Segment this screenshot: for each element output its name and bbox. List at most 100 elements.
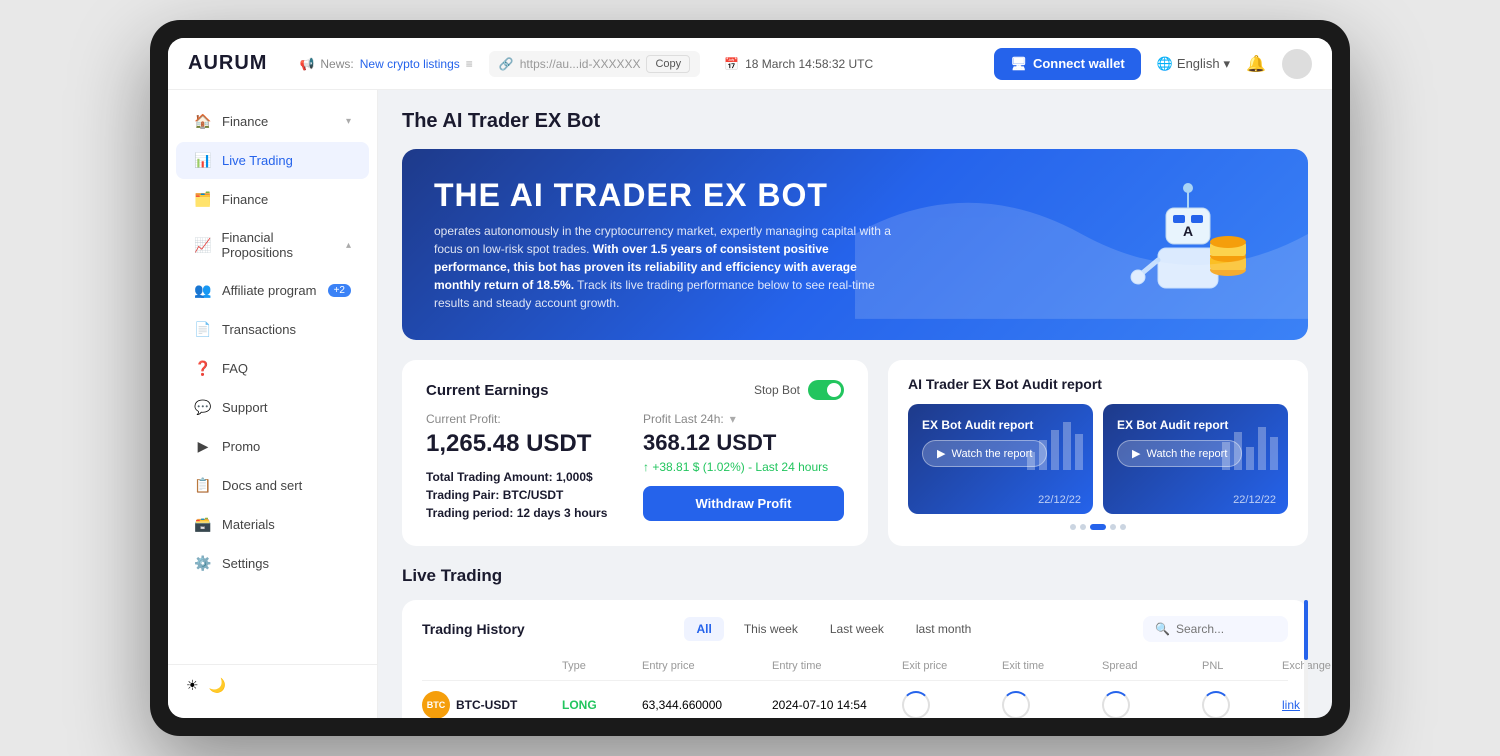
exit-time-1 [1002,691,1102,718]
total-trading-value: 1,000$ [556,470,593,484]
home-icon: 🏠 [194,113,212,130]
sidebar-item-promo[interactable]: ▶ Promo [176,428,369,465]
trade-table: Type Entry price Entry time Exit price E… [422,656,1288,718]
col-spread: Spread [1102,660,1202,672]
audit-card: AI Trader EX Bot Audit report EX Bot Aud… [888,360,1308,546]
dot-3[interactable] [1090,524,1106,530]
total-trading-label: Total Trading Amount: [426,470,553,484]
avatar[interactable] [1282,49,1312,79]
stop-bot-toggle[interactable] [808,380,844,400]
lang-chevron-icon: ▾ [1224,56,1231,72]
col-exit-price: Exit price [902,660,1002,672]
sidebar-label-settings: Settings [222,556,269,571]
clipboard-icon: 📋 [194,477,212,494]
audit-slide-2: EX Bot Audit report ▶ Watch the report 2… [1103,404,1288,514]
filter-last-month[interactable]: last month [904,617,983,641]
search-field[interactable] [1176,622,1276,636]
live-trading-section-title: Live Trading [402,566,1308,586]
globe-icon: 🌐 [1157,56,1173,72]
col-pnl: PNL [1202,660,1282,672]
dot-2[interactable] [1080,524,1086,530]
total-trading-row: Total Trading Amount: 1,000$ [426,470,627,484]
logo: AURUM [188,52,267,75]
col-entry-price: Entry price [642,660,772,672]
stop-bot-label: Stop Bot [754,383,800,397]
notifications-button[interactable]: 🔔 [1246,54,1266,74]
profit-change-text: +38.81 $ (1.02%) - Last 24 hours [652,460,828,474]
dot-1[interactable] [1070,524,1076,530]
sidebar-item-settings[interactable]: ⚙️ Settings [176,545,369,582]
audit-date-1: 22/12/22 [1038,494,1081,506]
play-report-icon: ▶ [937,447,945,460]
sidebar-label-finance2: Finance [222,192,268,207]
play-icon: ▶ [194,438,212,455]
language-selector[interactable]: 🌐 English ▾ [1157,56,1230,72]
sidebar-item-financial-propositions[interactable]: 📈 Financial Propositions ▴ [176,220,369,270]
page-title: The AI Trader EX Bot [402,110,1308,133]
topbar: AURUM 📢 News: New crypto listings ≡ 🔗 ht… [168,38,1332,90]
scrollbar[interactable] [1304,600,1308,718]
pnl-1 [1202,691,1282,718]
chevron-down-icon: ▾ [346,116,351,127]
connect-wallet-button[interactable]: 🖥 Connect wallet [994,48,1140,80]
sidebar-item-finance[interactable]: 🏠 Finance ▾ [176,103,369,140]
sidebar-label-fp: Financial Propositions [221,230,336,260]
trading-period-row: Trading period: 12 days 3 hours [426,506,627,520]
news-link-text[interactable]: New crypto listings [360,57,460,71]
people-icon: 👥 [194,282,212,299]
doc-icon: 📄 [194,321,212,338]
audit-date-2: 22/12/22 [1233,494,1276,506]
sidebar-item-docs[interactable]: 📋 Docs and sert [176,467,369,504]
audit-slide-1-prefix: EX Bot [922,418,961,432]
dark-theme-button[interactable]: 🌙 [209,677,226,694]
spread-1 [1102,691,1202,718]
sidebar-item-support[interactable]: 💬 Support [176,389,369,426]
filter-tabs: All This week Last week last month [684,617,983,641]
sidebar-label-support: Support [222,400,268,415]
scrollbar-thumb[interactable] [1304,600,1308,660]
dot-4[interactable] [1110,524,1116,530]
audit-title: AI Trader EX Bot Audit report [908,376,1288,392]
sidebar-item-materials[interactable]: 🗃️ Materials [176,506,369,543]
slide-dots [908,524,1288,530]
exchange-link-1[interactable]: link [1282,698,1300,712]
topbar-news: 📢 News: New crypto listings ≡ [299,57,472,71]
sidebar-item-affiliate[interactable]: 👥 Affiliate program +2 [176,272,369,309]
question-icon: ❓ [194,360,212,377]
audit-slide-1-suffix: Audit report [965,418,1034,432]
exit-price-1 [902,691,1002,718]
sidebar-item-live-trading[interactable]: 📊 Live Trading [176,142,369,179]
withdraw-profit-button[interactable]: Withdraw Profit [643,486,844,521]
sidebar-item-faq[interactable]: ❓ FAQ [176,350,369,387]
filter-all[interactable]: All [684,617,723,641]
chat-icon: 💬 [194,399,212,416]
trading-period-value: 12 days 3 hours [517,506,608,520]
col-exit-time: Exit time [1002,660,1102,672]
date-text: 18 March 14:58:32 UTC [745,57,873,71]
dot-5[interactable] [1120,524,1126,530]
sidebar-item-finance2[interactable]: 🗂️ Finance [176,181,369,218]
gear-icon: ⚙️ [194,555,212,572]
sidebar-label-affiliate: Affiliate program [222,283,316,298]
link-icon: 🔗 [499,57,514,71]
sidebar-label-finance: Finance [222,114,268,129]
content-area: The AI Trader EX Bot THE AI TRADER EX BO… [378,90,1332,718]
col-type: Type [562,660,642,672]
watch-report-label-2: Watch the report [1146,448,1227,460]
light-theme-button[interactable]: ☀ [186,677,199,694]
filter-last-week[interactable]: Last week [818,617,896,641]
chart-icon: 📊 [194,152,212,169]
sidebar-label-live-trading: Live Trading [222,153,293,168]
sidebar-item-transactions[interactable]: 📄 Transactions [176,311,369,348]
chevron-up-icon: ▴ [346,240,351,251]
audit-slide-2-suffix: Audit report [1160,418,1229,432]
chevron-dropdown-icon[interactable]: ▾ [730,412,736,426]
search-input-wrapper[interactable]: 🔍 [1143,616,1288,642]
topbar-url: 🔗 https://au...id-XXXXXX Copy [489,51,700,77]
earnings-title: Current Earnings [426,382,549,399]
table-headers: Type Entry price Entry time Exit price E… [422,656,1288,681]
filter-this-week[interactable]: This week [732,617,810,641]
pair-name-1: BTC-USDT [456,698,517,712]
trading-history-title: Trading History [422,621,525,637]
copy-button[interactable]: Copy [646,55,690,73]
